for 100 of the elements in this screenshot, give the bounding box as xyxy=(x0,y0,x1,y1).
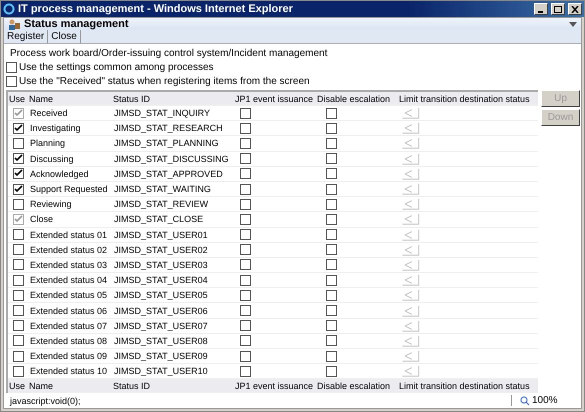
escalation-checkbox[interactable] xyxy=(326,244,337,256)
table-cell-text: JIMSD_STAT_USER03 xyxy=(113,258,208,271)
table-cell-text: Extended status 08 xyxy=(29,334,108,347)
jp1-checkbox[interactable] xyxy=(240,153,251,164)
jp1-checkbox[interactable] xyxy=(240,214,251,225)
table-cell-text: Extended status 07 xyxy=(29,320,108,332)
table-cell-text: JIMSD_STAT_USER02 xyxy=(113,244,208,256)
escalation-checkbox[interactable] xyxy=(326,229,337,240)
use-checkbox[interactable] xyxy=(12,259,24,270)
table-cell-text: JIMSD_STAT_WAITING xyxy=(113,183,211,196)
table-cell-text: JIMSD_STAT_INQUIRY xyxy=(113,107,210,120)
maximize-icon xyxy=(554,6,562,12)
escalation-checkbox[interactable] xyxy=(326,320,337,332)
escalation-checkbox[interactable] xyxy=(326,274,337,286)
table-cell-text: JIMSD_STAT_USER01 xyxy=(113,228,208,241)
maximize-button[interactable] xyxy=(551,3,565,15)
column-header: Limit transition destination status xyxy=(398,92,530,104)
status-text: javascript:void(0); xyxy=(10,396,82,406)
jp1-checkbox[interactable] xyxy=(240,305,251,316)
column-footer: Status ID xyxy=(112,380,150,392)
use-checkbox[interactable] xyxy=(12,305,24,316)
jp1-checkbox[interactable] xyxy=(240,138,251,149)
jp1-checkbox[interactable] xyxy=(240,244,251,256)
toolbar-button[interactable]: Register xyxy=(4,30,48,43)
escalation-checkbox[interactable] xyxy=(326,366,337,377)
table-cell-text: Investigating xyxy=(29,122,81,134)
browser-icon xyxy=(3,3,15,15)
jp1-checkbox[interactable] xyxy=(240,184,251,195)
jp1-checkbox[interactable] xyxy=(240,198,251,210)
column-header: Name xyxy=(28,92,54,104)
table-cell-text: Acknowledged xyxy=(29,168,89,180)
use-checkbox[interactable] xyxy=(12,138,24,149)
use-checkbox[interactable] xyxy=(12,184,24,195)
toolbar-button[interactable]: Close xyxy=(48,30,81,43)
jp1-checkbox[interactable] xyxy=(240,168,251,180)
escalation-checkbox[interactable] xyxy=(326,335,337,346)
jp1-checkbox[interactable] xyxy=(240,108,251,119)
use-checkbox[interactable] xyxy=(12,320,24,332)
escalation-checkbox[interactable] xyxy=(326,350,337,362)
checkbox[interactable] xyxy=(6,62,17,73)
use-checkbox[interactable] xyxy=(12,244,24,256)
use-checkbox[interactable] xyxy=(12,168,24,180)
jp1-checkbox[interactable] xyxy=(240,229,251,240)
jp1-checkbox[interactable] xyxy=(240,290,251,301)
escalation-checkbox[interactable] xyxy=(326,198,337,210)
escalation-checkbox[interactable] xyxy=(326,305,337,316)
checkbox[interactable] xyxy=(6,76,17,87)
people-icon xyxy=(8,18,20,30)
use-checkbox[interactable] xyxy=(12,290,24,301)
table-cell-text: JIMSD_STAT_RESEARCH xyxy=(113,122,223,134)
page-title: Status management xyxy=(24,18,130,30)
jp1-checkbox[interactable] xyxy=(240,259,251,270)
window-title: IT process management - Windows Internet Explorer xyxy=(18,3,294,15)
escalation-checkbox[interactable] xyxy=(326,214,337,225)
escalation-checkbox[interactable] xyxy=(326,259,337,270)
escalation-checkbox[interactable] xyxy=(326,138,337,149)
checkbox-label: Use the "Received" status when registering items from the screen xyxy=(19,76,310,87)
use-checkbox[interactable] xyxy=(12,350,24,362)
minimize-button[interactable] xyxy=(534,3,548,15)
table-cell-text: JIMSD_STAT_USER05 xyxy=(113,289,208,302)
escalation-checkbox[interactable] xyxy=(326,153,337,164)
use-checkbox[interactable] xyxy=(12,153,24,164)
table-cell-text: Discussing xyxy=(29,152,74,165)
jp1-checkbox[interactable] xyxy=(240,335,251,346)
use-checkbox[interactable] xyxy=(12,122,24,134)
use-checkbox[interactable] xyxy=(12,335,24,346)
escalation-checkbox[interactable] xyxy=(326,122,337,134)
table-cell-text: JIMSD_STAT_CLOSE xyxy=(113,213,204,226)
use-checkbox[interactable] xyxy=(12,274,24,286)
close-button[interactable] xyxy=(568,3,582,15)
escalation-checkbox[interactable] xyxy=(326,108,337,119)
escalation-checkbox[interactable] xyxy=(326,168,337,180)
table-cell-text: JIMSD_STAT_USER09 xyxy=(113,350,208,362)
jp1-checkbox[interactable] xyxy=(240,274,251,286)
use-checkbox[interactable] xyxy=(12,198,24,210)
zoom-icon[interactable] xyxy=(520,396,530,406)
column-footer: JP1 event issuance xyxy=(234,380,314,392)
close-icon xyxy=(571,6,579,12)
column-header: Status ID xyxy=(112,92,150,104)
table-cell-text: Support Requested xyxy=(29,183,108,196)
use-checkbox[interactable] xyxy=(12,229,24,240)
table-cell-text: Received xyxy=(29,107,68,120)
use-checkbox[interactable] xyxy=(12,366,24,377)
table-cell-text: Extended status 02 xyxy=(29,244,108,256)
jp1-checkbox[interactable] xyxy=(240,320,251,332)
zoom-level[interactable]: 100% xyxy=(532,395,558,406)
table-cell-text: Planning xyxy=(29,137,66,150)
escalation-checkbox[interactable] xyxy=(326,184,337,195)
jp1-checkbox[interactable] xyxy=(240,122,251,134)
table-cell-text: Extended status 04 xyxy=(29,274,108,286)
dropdown-icon[interactable] xyxy=(569,22,577,26)
table-cell-text: Close xyxy=(29,213,54,226)
table-cell-text: Extended status 06 xyxy=(29,304,108,317)
escalation-checkbox[interactable] xyxy=(326,290,337,301)
jp1-checkbox[interactable] xyxy=(240,366,251,377)
jp1-checkbox[interactable] xyxy=(240,350,251,362)
table-cell-text: Extended status 01 xyxy=(29,228,108,241)
breadcrumb: Process work board/Order-issuing control system/Incident management xyxy=(9,47,328,60)
table-cell-text: Extended status 10 xyxy=(29,365,108,378)
column-footer: Name xyxy=(28,380,54,392)
